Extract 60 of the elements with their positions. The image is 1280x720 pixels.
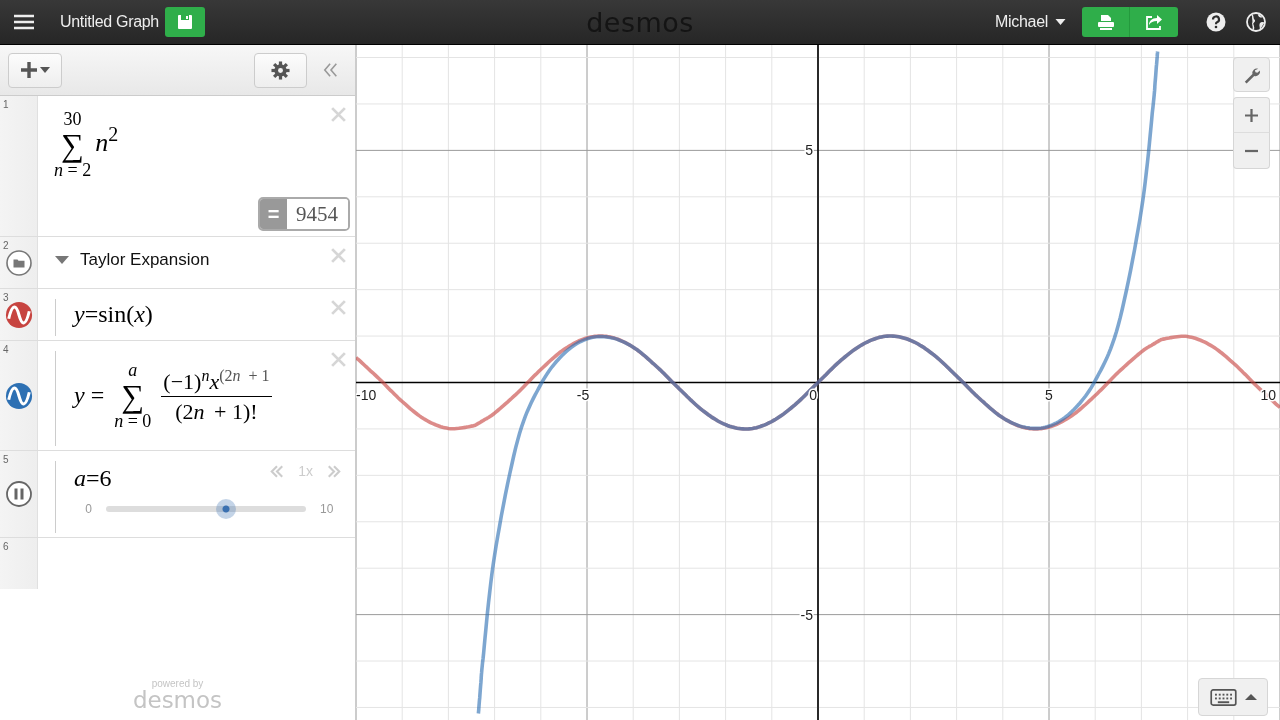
summand: n$^{2}$ xyxy=(95,122,119,158)
caret-icon xyxy=(1055,19,1066,25)
axis-label: 10 xyxy=(1260,386,1276,403)
print-button[interactable] xyxy=(1082,7,1130,37)
keyboard-button[interactable] xyxy=(1198,678,1268,716)
settings-button[interactable] xyxy=(254,52,307,88)
wave-icon[interactable] xyxy=(4,300,33,329)
formula-text[interactable]: a=6 xyxy=(74,465,112,492)
wave-icon[interactable] xyxy=(4,381,33,410)
menu-icon[interactable] xyxy=(14,14,34,30)
function-curve[interactable] xyxy=(356,334,1280,431)
sigma-symbol: ∑ xyxy=(61,128,84,161)
axis-label: -10 xyxy=(356,386,377,403)
line-number: 5 xyxy=(3,455,9,465)
result-value: = 9454 xyxy=(258,197,350,231)
axis-label: 5 xyxy=(805,142,813,159)
formula-text[interactable]: y=sin(x) xyxy=(74,301,153,328)
line-number: 1 xyxy=(3,100,9,110)
gear-icon xyxy=(271,60,290,80)
line-number: 4 xyxy=(3,345,9,355)
collapse-icon[interactable] xyxy=(323,62,339,78)
sigma-symbol: ∑ xyxy=(121,379,145,412)
axis-label: 0 xyxy=(809,386,817,403)
formula-text[interactable]: y = xyxy=(74,382,105,409)
caret-icon[interactable] xyxy=(54,255,70,265)
globe-icon[interactable] xyxy=(1246,12,1266,32)
axis-label: 5 xyxy=(1045,386,1053,403)
folder-icon[interactable] xyxy=(4,248,33,277)
wrench-icon xyxy=(1242,65,1261,84)
graph-title[interactable]: Untitled Graph xyxy=(60,13,159,31)
slider-min: 0 xyxy=(84,502,92,516)
plus-icon xyxy=(1245,108,1258,122)
caret-icon xyxy=(39,67,50,73)
help-icon[interactable] xyxy=(1206,12,1226,32)
slider-thumb[interactable] xyxy=(216,499,236,519)
graph-settings-button[interactable] xyxy=(1233,57,1270,92)
share-button[interactable] xyxy=(1130,7,1178,37)
plus-icon xyxy=(20,61,37,79)
sum-upper-limit: a xyxy=(128,360,138,380)
denominator: (2n + 1)! xyxy=(175,398,258,425)
sum-upper-limit: 30 xyxy=(63,110,82,129)
axis-label: -5 xyxy=(576,386,590,403)
caret-icon xyxy=(1244,694,1257,700)
slider-track[interactable] xyxy=(106,498,306,520)
line-number: 2 xyxy=(3,241,9,251)
keyboard-icon xyxy=(1209,688,1237,706)
folder-title[interactable]: Taylor Expansion xyxy=(80,250,210,270)
zoom-in-button[interactable] xyxy=(1233,97,1270,133)
save-button[interactable] xyxy=(164,7,205,37)
share-icon xyxy=(1145,14,1163,30)
line-number: 3 xyxy=(3,293,9,303)
axis-label: -5 xyxy=(800,606,813,623)
line-number: 6 xyxy=(3,542,9,552)
add-item-button[interactable] xyxy=(8,52,62,88)
user-menu[interactable]: Michael xyxy=(994,13,1066,31)
graph-plot[interactable]: -10 -5 0 5 10 -5 5 xyxy=(356,45,1280,720)
pause-icon[interactable] xyxy=(4,480,33,508)
minus-icon xyxy=(1245,148,1258,153)
slider-max: 10 xyxy=(320,502,335,516)
printer-icon xyxy=(1096,14,1115,30)
